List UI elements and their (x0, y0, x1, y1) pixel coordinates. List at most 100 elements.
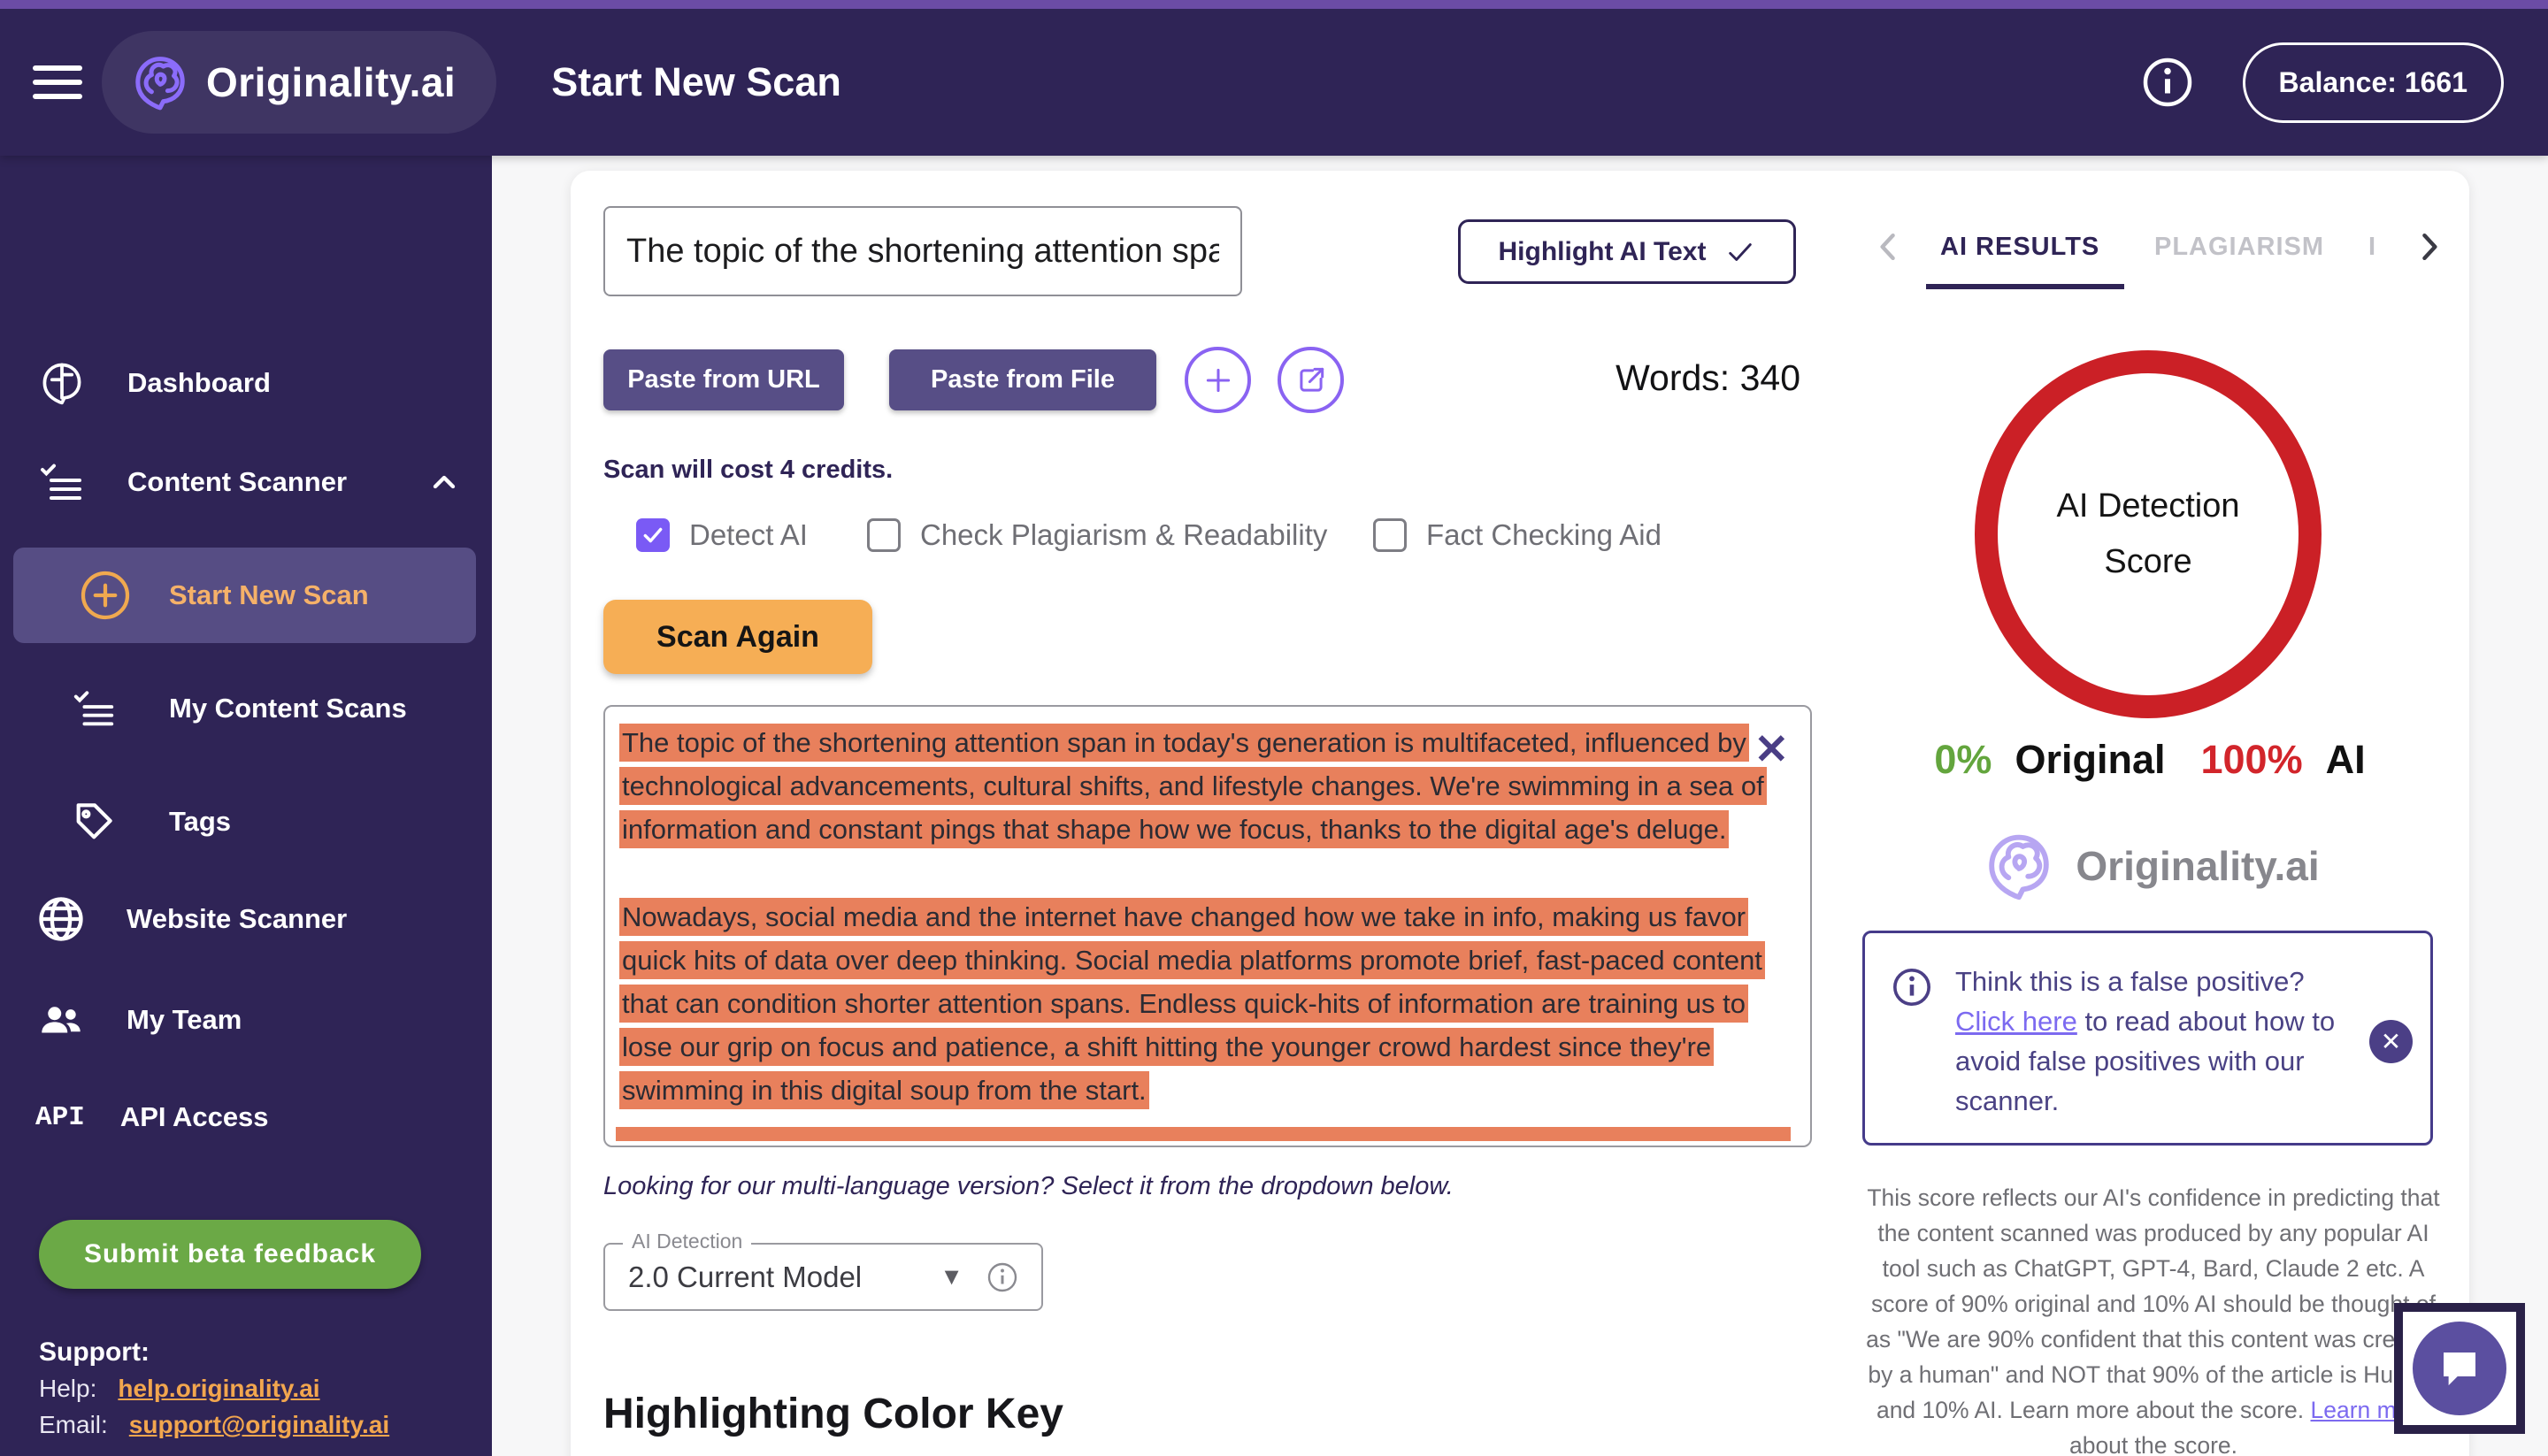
score-summary: 0% Original 100% AI (1862, 737, 2437, 783)
paste-from-url-button[interactable]: Paste from URL (603, 349, 844, 410)
info-icon[interactable] (2141, 56, 2194, 109)
info-icon (1892, 967, 1932, 1008)
sidebar-item-label: API Access (120, 1101, 269, 1133)
sidebar-item-label: My Content Scans (169, 693, 407, 724)
brain-logo-icon (128, 50, 192, 114)
sidebar-item-label: Dashboard (127, 367, 271, 399)
chevron-down-icon[interactable]: ▼ (940, 1263, 963, 1291)
document-textarea[interactable]: The topic of the shortening attention sp… (603, 705, 1812, 1147)
ai-detection-score-gauge: AI Detection Score (1975, 350, 2322, 718)
false-positive-box: Think this is a false positive? Click he… (1862, 931, 2433, 1146)
top-accent-strip (0, 0, 2548, 9)
chat-bubble-icon (2413, 1322, 2506, 1415)
clipped-highlight-line (616, 1127, 1791, 1141)
sidebar-item-api-access[interactable]: API API Access (0, 1069, 492, 1166)
original-label: Original (2015, 737, 2165, 783)
app-header: Originality.ai Start New Scan Balance: 1… (0, 9, 2548, 156)
support-heading: Support: (39, 1334, 389, 1370)
support-block: Support: Help: help.originality.ai Email… (39, 1334, 389, 1443)
brain-logo-icon (1980, 827, 2058, 905)
page-title: Start New Scan (551, 59, 841, 105)
help-link[interactable]: help.originality.ai (118, 1370, 319, 1406)
ai-label: AI (2326, 737, 2366, 783)
globe-icon (35, 893, 87, 945)
app-root: Originality.ai Start New Scan Balance: 1… (0, 0, 2548, 1456)
select-value: 2.0 Current Model (628, 1261, 940, 1294)
tabs-next-icon[interactable] (2409, 227, 2448, 271)
plus-circle-icon (79, 569, 132, 622)
checkbox-label: Detect AI (689, 518, 808, 552)
scan-title-input[interactable] (603, 206, 1242, 296)
gauge-label-line1: AI Detection (2057, 487, 2240, 525)
scan-cost-note: Scan will cost 4 credits. (603, 456, 893, 485)
sidebar-item-website-scanner[interactable]: Website Scanner (0, 870, 492, 968)
sidebar-item-dashboard[interactable]: Dashboard (0, 334, 492, 432)
score-explanation: This score reflects our AI's confidence … (1865, 1180, 2442, 1456)
checkbox-unchecked-icon[interactable] (867, 518, 901, 552)
chat-widget[interactable] (2394, 1303, 2525, 1434)
word-count: Words: 340 (1491, 357, 1800, 399)
false-positive-text: Think this is a false positive? Click he… (1955, 962, 2360, 1118)
app-name: Originality.ai (206, 58, 456, 106)
document-paragraph: Nowadays, social media and the internet … (619, 895, 1796, 1112)
app-logo[interactable]: Originality.ai (102, 31, 496, 134)
checkbox-unchecked-icon[interactable] (1373, 518, 1407, 552)
balance-badge[interactable]: Balance: 1661 (2243, 42, 2504, 123)
plus-icon (1201, 363, 1236, 398)
click-here-link[interactable]: Click here (1955, 1006, 2077, 1037)
active-tab-underline (1926, 284, 2124, 289)
select-label: AI Detection (623, 1230, 751, 1253)
hamburger-menu-icon[interactable] (33, 65, 82, 99)
sidebar-item-label: My Team (127, 1004, 242, 1036)
sidebar-item-content-scanner[interactable]: Content Scanner (0, 433, 492, 531)
sidebar-item-tags[interactable]: Tags (0, 773, 492, 870)
share-export-icon (1294, 364, 1328, 397)
sidebar-item-label: Tags (169, 806, 231, 838)
sidebar-item-label: Start New Scan (169, 579, 369, 611)
email-label: Email: (39, 1406, 108, 1443)
checkbox-checked-icon[interactable] (636, 518, 670, 552)
checklist-icon (71, 685, 119, 732)
checkbox-detect-ai[interactable]: Detect AI (636, 518, 808, 552)
check-icon (1725, 237, 1755, 267)
tag-icon (71, 799, 117, 845)
sidebar-item-my-content-scans[interactable]: My Content Scans (0, 660, 492, 757)
submit-beta-feedback-button[interactable]: Submit beta feedback (39, 1220, 421, 1289)
tab-clipped[interactable]: I (2368, 233, 2376, 262)
highlight-ai-text-button[interactable]: Highlight AI Text (1458, 219, 1796, 284)
scan-again-button[interactable]: Scan Again (603, 600, 872, 674)
clear-text-icon[interactable]: ✕ (1754, 728, 1789, 770)
brain-icon (37, 358, 87, 408)
export-share-button[interactable] (1278, 347, 1344, 413)
tab-ai-results[interactable]: AI RESULTS (1940, 233, 2099, 262)
tab-plagiarism[interactable]: PLAGIARISM (2154, 233, 2324, 262)
api-icon: API (35, 1102, 85, 1133)
ai-percent: 100% (2200, 737, 2302, 783)
brand-name: Originality.ai (2076, 842, 2319, 890)
results-brand: Originality.ai (1862, 827, 2437, 905)
close-icon[interactable]: ✕ (2369, 1020, 2413, 1063)
chevron-up-icon[interactable] (426, 464, 462, 500)
ai-detection-model-select[interactable]: AI Detection 2.0 Current Model ▼ (603, 1243, 1043, 1311)
email-link[interactable]: support@originality.ai (129, 1406, 389, 1443)
sidebar-item-label: Content Scanner (127, 466, 347, 498)
sidebar-item-label: Website Scanner (127, 903, 347, 935)
sidebar-item-my-team[interactable]: My Team (0, 971, 492, 1069)
document-paragraph: The topic of the shortening attention sp… (619, 721, 1796, 851)
multi-language-note: Looking for our multi-language version? … (603, 1172, 1454, 1201)
checkbox-plagiarism-readability[interactable]: Check Plagiarism & Readability (867, 518, 1327, 552)
highlight-button-label: Highlight AI Text (1499, 237, 1707, 267)
checklist-icon (37, 457, 87, 507)
original-percent: 0% (1934, 737, 1992, 783)
add-scan-button[interactable] (1185, 347, 1251, 413)
sidebar-item-start-new-scan[interactable]: Start New Scan (13, 548, 476, 643)
paste-from-file-button[interactable]: Paste from File (889, 349, 1156, 410)
highlighting-color-key-heading: Highlighting Color Key (603, 1390, 1063, 1438)
scan-card: Highlight AI Text Paste from URL Paste f… (571, 171, 2469, 1456)
model-info-icon[interactable] (986, 1261, 1018, 1293)
tabs-prev-icon[interactable] (1869, 227, 1908, 271)
checkbox-fact-checking[interactable]: Fact Checking Aid (1373, 518, 1662, 552)
people-icon (35, 994, 87, 1046)
gauge-label-line2: Score (2104, 543, 2191, 581)
checkbox-label: Check Plagiarism & Readability (920, 518, 1327, 552)
